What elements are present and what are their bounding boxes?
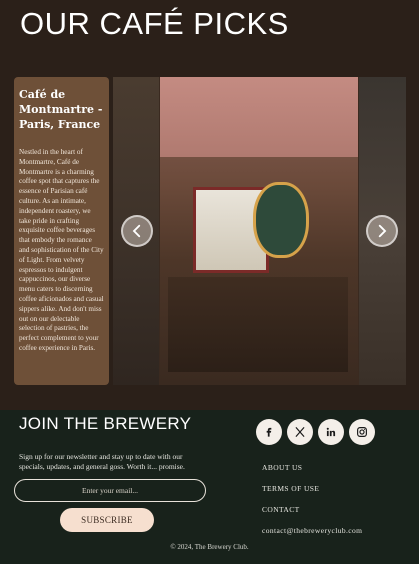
subscribe-button[interactable]: SUBSCRIBE bbox=[60, 508, 154, 532]
facebook-icon bbox=[266, 427, 272, 437]
cafe-tables-image bbox=[168, 277, 348, 372]
email-input[interactable] bbox=[14, 479, 206, 502]
cafe-poster-image bbox=[253, 182, 309, 258]
copyright-text: © 2024, The Brewery Club. bbox=[170, 543, 249, 551]
terms-of-use-link[interactable]: TERMS OF USE bbox=[262, 484, 362, 493]
facebook-button[interactable] bbox=[256, 419, 282, 445]
chevron-right-icon bbox=[378, 224, 387, 238]
x-button[interactable] bbox=[287, 419, 313, 445]
x-icon bbox=[295, 426, 305, 438]
instagram-icon bbox=[357, 427, 367, 437]
cafe-description: Nestled in the heart of Montmartre, Café… bbox=[19, 148, 104, 352]
page-title: OUR CAFÉ PICKS bbox=[20, 6, 289, 41]
carousel-next-button[interactable] bbox=[366, 215, 398, 247]
about-us-link[interactable]: ABOUT US bbox=[262, 463, 362, 472]
carousel-prev-button[interactable] bbox=[121, 215, 153, 247]
social-links bbox=[256, 419, 375, 445]
chevron-left-icon bbox=[132, 224, 141, 238]
cafe-ceiling-image bbox=[160, 77, 358, 157]
image-carousel[interactable] bbox=[113, 77, 406, 385]
footer-links: ABOUT US TERMS OF USE CONTACT contact@th… bbox=[262, 463, 362, 547]
instagram-button[interactable] bbox=[349, 419, 375, 445]
cafe-info-card: Café de Montmartre - Paris, France Nestl… bbox=[14, 77, 109, 385]
contact-link[interactable]: CONTACT bbox=[262, 505, 362, 514]
cafe-title: Café de Montmartre - Paris, France bbox=[19, 88, 103, 131]
linkedin-icon bbox=[326, 427, 336, 437]
linkedin-button[interactable] bbox=[318, 419, 344, 445]
newsletter-text: Sign up for our newsletter and stay up t… bbox=[19, 452, 185, 471]
join-title: JOIN THE BREWERY bbox=[19, 414, 192, 433]
contact-email-link[interactable]: contact@thebreweryclub.com bbox=[262, 526, 362, 535]
cafe-picks-section: OUR CAFÉ PICKS Café de Montmartre - Pari… bbox=[0, 0, 419, 410]
